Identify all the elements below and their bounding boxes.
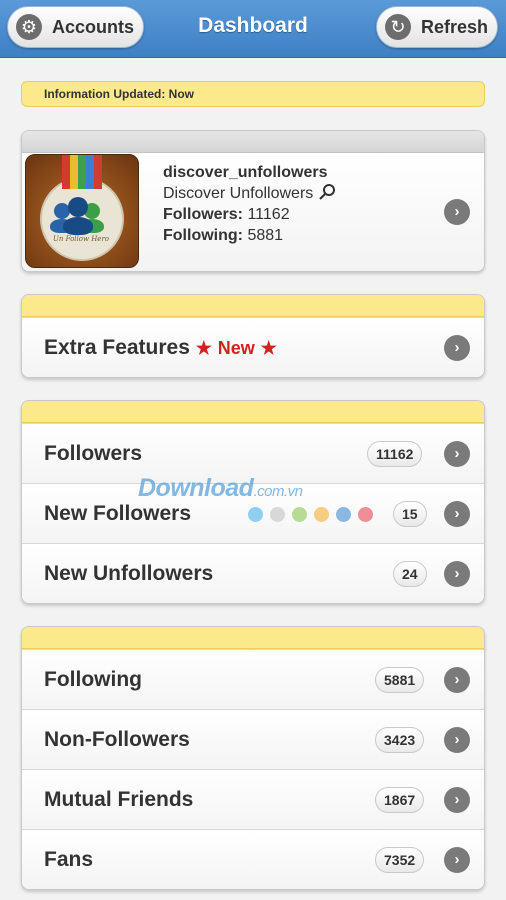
list-item-mutual-friends[interactable]: Mutual Friends 1867 › (22, 769, 484, 829)
extra-features-label-group: Extra Features ★ New ★ (44, 336, 277, 360)
top-bar: ⚙ Accounts Dashboard ↻ Refresh (0, 0, 506, 58)
list-item-new-unfollowers[interactable]: New Unfollowers 24 › (22, 543, 484, 603)
refresh-button-label: Refresh (421, 16, 489, 37)
followers-card-header (22, 401, 484, 423)
profile-card-header (22, 131, 484, 153)
list-item-label: New Unfollowers (44, 562, 214, 585)
chevron-right-icon[interactable]: › (444, 787, 470, 813)
watermark: Download.com.vn (138, 474, 303, 503)
extra-features-card: Extra Features ★ New ★ › (21, 294, 485, 378)
followers-label: Followers: (163, 206, 244, 223)
search-icon[interactable] (318, 183, 336, 201)
star-icon: ★ (195, 338, 212, 358)
avatar-caption: Un Follow Hero (52, 235, 110, 243)
list-item-label: New Followers (44, 502, 192, 525)
avatar: Un Follow Hero (25, 154, 139, 268)
chevron-right-icon[interactable]: › (444, 501, 470, 527)
extra-features-label: Extra Features (44, 336, 190, 359)
chevron-right-icon[interactable]: › (444, 199, 470, 225)
star-icon: ★ (260, 338, 277, 358)
following-label: Following: (163, 227, 243, 244)
following-card-header (22, 627, 484, 649)
extra-features-header (22, 295, 484, 317)
chevron-right-icon[interactable]: › (444, 441, 470, 467)
count-badge: 7352 (375, 847, 425, 873)
info-updated-banner: Information Updated: Now (21, 81, 485, 107)
list-item-non-followers[interactable]: Non-Followers 3423 › (22, 709, 484, 769)
count-badge: 5881 (375, 667, 425, 693)
new-badge: New (217, 338, 255, 358)
chevron-right-icon[interactable]: › (444, 335, 470, 361)
watermark-main: Download (138, 474, 254, 502)
list-item-label: Non-Followers (44, 728, 190, 751)
list-item-following[interactable]: Following 5881 › (22, 649, 484, 709)
list-item-fans[interactable]: Fans 7352 › (22, 829, 484, 889)
following-card: Following 5881 › Non-Followers 3423 › Mu… (21, 626, 485, 890)
list-item-label: Followers (44, 442, 143, 465)
count-badge: 1867 (375, 787, 425, 813)
profile-display-name: Discover Unfollowers (163, 185, 314, 202)
count-badge: 15 (393, 501, 427, 527)
avatar-ribbon (62, 155, 102, 189)
extra-features-row[interactable]: Extra Features ★ New ★ › (22, 317, 484, 377)
list-item-label: Following (44, 668, 142, 691)
list-item-label: Mutual Friends (44, 788, 194, 811)
list-item-label: Fans (44, 848, 94, 871)
chevron-right-icon[interactable]: › (444, 667, 470, 693)
following-value: 5881 (247, 227, 284, 244)
count-badge: 24 (393, 561, 427, 587)
chevron-right-icon[interactable]: › (444, 561, 470, 587)
chevron-right-icon[interactable]: › (444, 847, 470, 873)
profile-info: discover_unfollowers Discover Unfollower… (163, 162, 336, 246)
profile-username: discover_unfollowers (163, 164, 328, 181)
followers-value: 11162 (247, 206, 290, 223)
loading-dots (248, 507, 373, 522)
chevron-right-icon[interactable]: › (444, 727, 470, 753)
count-badge: 11162 (367, 441, 423, 467)
profile-row[interactable]: Un Follow Hero discover_unfollowers Disc… (22, 153, 484, 271)
profile-card[interactable]: Un Follow Hero discover_unfollowers Disc… (21, 130, 485, 272)
refresh-button[interactable]: ↻ Refresh (376, 6, 498, 48)
count-badge: 3423 (375, 727, 425, 753)
people-icon (50, 197, 104, 235)
watermark-suffix: .com.vn (253, 483, 303, 500)
refresh-icon: ↻ (385, 14, 411, 40)
